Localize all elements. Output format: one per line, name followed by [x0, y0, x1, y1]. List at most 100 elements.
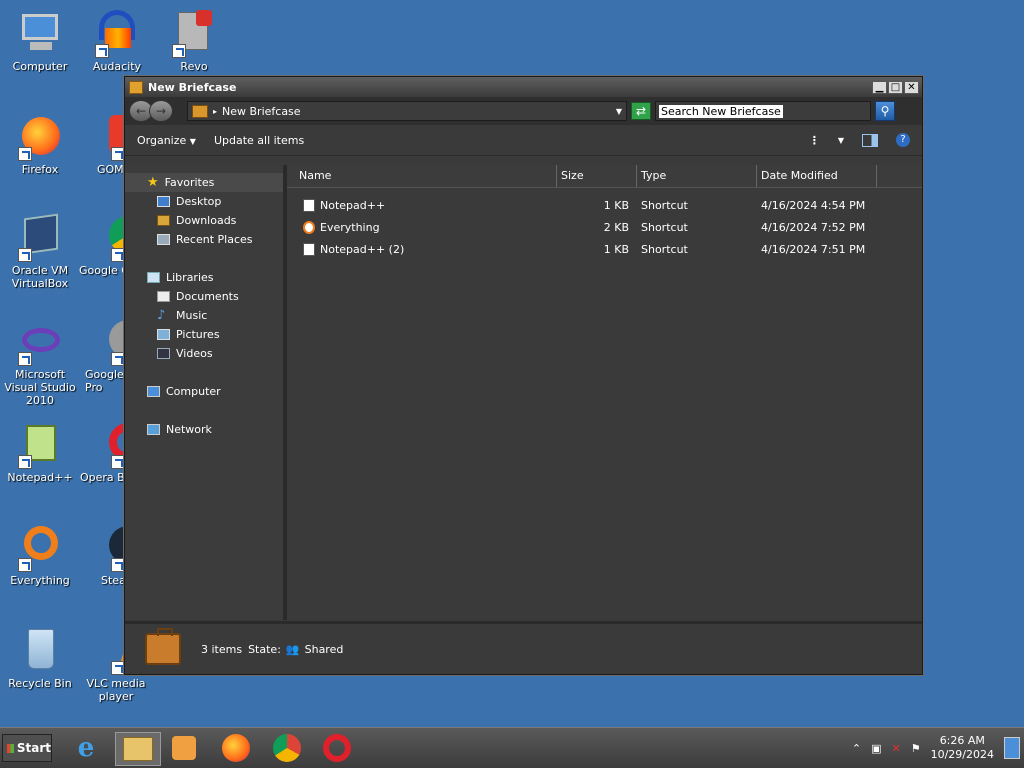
libraries-icon	[147, 272, 160, 283]
close-button[interactable]: ✕	[904, 80, 919, 94]
title-bar[interactable]: New Briefcase ▁ □ ✕	[125, 77, 922, 97]
file-list[interactable]: Name Size Type Date Modified Notepad++ 1…	[287, 165, 922, 620]
item-count: 3 items	[201, 642, 243, 656]
forward-button[interactable]: →	[149, 100, 173, 122]
folder-icon	[123, 737, 153, 761]
desktop-icon-recycle-bin[interactable]: Recycle Bin	[0, 627, 80, 690]
organize-button[interactable]: Organize ▼	[137, 134, 196, 147]
command-bar: Organize ▼ Update all items ⋮ ▼ ?	[125, 125, 922, 156]
network-icon	[147, 424, 160, 435]
nav-documents[interactable]: Documents	[125, 287, 283, 306]
revo-uninstaller-icon	[170, 10, 218, 58]
nav-computer[interactable]: Computer	[125, 382, 283, 401]
nav-downloads[interactable]: Downloads	[125, 211, 283, 230]
taskbar: Start e ⌃ ▣ ✕ ⚑ 6:26 AM 10/29/2024	[0, 727, 1024, 768]
maximize-button[interactable]: □	[888, 80, 903, 94]
minimize-button[interactable]: ▁	[872, 80, 887, 94]
chrome-icon	[273, 734, 301, 762]
desktop-icon-everything[interactable]: Everything	[0, 524, 80, 587]
address-row: ← → ▸ New Briefcase ▼ ⇄ Search New Brief…	[125, 97, 922, 125]
file-row[interactable]: Everything 2 KB Shortcut 4/16/2024 7:52 …	[287, 216, 922, 238]
refresh-button[interactable]: ⇄	[631, 102, 651, 120]
desktop-icon-firefox[interactable]: Firefox	[0, 113, 80, 176]
show-hidden-icons-button[interactable]: ⌃	[852, 742, 861, 755]
update-all-button[interactable]: Update all items	[214, 134, 304, 147]
column-header-name[interactable]: Name	[287, 165, 557, 187]
action-center-flag-icon[interactable]: ⚑	[911, 742, 921, 755]
briefcase-icon	[129, 80, 143, 94]
pictures-icon	[157, 329, 170, 340]
desktop-icon-computer[interactable]: Computer	[0, 10, 80, 73]
more-options-icon[interactable]: ⋮	[809, 134, 820, 147]
audacity-icon	[93, 10, 141, 58]
column-header-date[interactable]: Date Modified	[757, 165, 877, 187]
state-value: Shared	[304, 642, 344, 656]
shared-users-icon: 👥	[285, 642, 300, 656]
shortcut-file-icon	[303, 242, 315, 256]
network-status-icon[interactable]: ▣	[871, 742, 881, 755]
help-icon[interactable]: ?	[896, 133, 910, 147]
search-button[interactable]: ⚲	[875, 101, 895, 121]
desktop-icon-visual-studio[interactable]: Microsoft Visual Studio 2010	[0, 318, 80, 407]
firefox-icon	[222, 734, 250, 762]
everything-shortcut-icon	[303, 220, 315, 234]
nav-libraries[interactable]: Libraries	[125, 268, 283, 287]
start-button[interactable]: Start	[2, 734, 52, 762]
chevron-down-icon[interactable]: ▼	[616, 107, 622, 116]
show-desktop-button[interactable]	[1004, 737, 1020, 759]
nav-recent-places[interactable]: Recent Places	[125, 230, 283, 249]
navigation-pane: ★ Favorites Desktop Downloads Recent Pla…	[125, 165, 287, 620]
desktop-icon	[157, 196, 170, 207]
opera-icon	[323, 734, 351, 762]
nav-desktop[interactable]: Desktop	[125, 192, 283, 211]
desktop-icon-notepadpp[interactable]: Notepad++	[0, 421, 80, 484]
media-player-icon	[172, 736, 196, 760]
desktop-icon-virtualbox[interactable]: Oracle VM VirtualBox	[0, 213, 80, 290]
taskbar-explorer[interactable]	[115, 732, 161, 766]
column-header-size[interactable]: Size	[557, 165, 637, 187]
desktop-icon-revo[interactable]: Revo	[154, 10, 234, 73]
taskbar-internet-explorer[interactable]: e	[70, 732, 102, 764]
downloads-icon	[157, 215, 170, 226]
internet-explorer-icon: e	[77, 733, 95, 763]
visual-studio-icon	[16, 318, 64, 366]
nav-favorites[interactable]: ★ Favorites	[125, 173, 283, 192]
desktop-icon-audacity[interactable]: Audacity	[77, 10, 157, 73]
computer-icon	[147, 386, 160, 397]
column-header-type[interactable]: Type	[637, 165, 757, 187]
star-icon: ★	[147, 175, 159, 190]
nav-music[interactable]: ♪ Music	[125, 306, 283, 325]
virtualbox-icon	[16, 213, 64, 262]
volume-muted-icon[interactable]: ✕	[892, 742, 901, 755]
file-row[interactable]: Notepad++ 1 KB Shortcut 4/16/2024 4:54 P…	[287, 194, 922, 216]
explorer-window[interactable]: New Briefcase ▁ □ ✕ ← → ▸ New Briefcase …	[124, 76, 923, 675]
nav-network[interactable]: Network	[125, 420, 283, 439]
clock[interactable]: 6:26 AM 10/29/2024	[931, 734, 994, 762]
address-bar[interactable]: ▸ New Briefcase ▼	[187, 101, 627, 121]
system-tray: ⌃ ▣ ✕ ⚑ 6:26 AM 10/29/2024	[852, 728, 1024, 768]
taskbar-opera[interactable]	[321, 732, 353, 764]
taskbar-firefox[interactable]	[220, 732, 252, 764]
taskbar-chrome[interactable]	[271, 732, 303, 764]
chevron-down-icon: ▼	[189, 136, 196, 146]
notepadpp-icon	[16, 421, 64, 469]
videos-icon	[157, 348, 170, 359]
address-text: New Briefcase	[222, 104, 301, 118]
window-title: New Briefcase	[148, 80, 237, 94]
briefcase-icon	[145, 628, 181, 665]
column-headers: Name Size Type Date Modified	[287, 165, 922, 188]
recycle-bin-icon	[16, 627, 64, 675]
windows-logo-icon	[7, 743, 14, 753]
shortcut-file-icon	[303, 198, 315, 212]
details-pane: 3 items State: 👥 Shared	[125, 621, 922, 674]
nav-pictures[interactable]: Pictures	[125, 325, 283, 344]
address-chevron-icon[interactable]: ▸	[213, 107, 217, 116]
search-input[interactable]: Search New Briefcase	[655, 101, 871, 121]
computer-icon	[16, 10, 64, 58]
file-row[interactable]: Notepad++ (2) 1 KB Shortcut 4/16/2024 7:…	[287, 238, 922, 260]
nav-videos[interactable]: Videos	[125, 344, 283, 363]
preview-pane-icon[interactable]	[862, 133, 878, 147]
taskbar-media-player[interactable]	[168, 732, 200, 764]
search-placeholder: Search New Briefcase	[659, 104, 783, 118]
view-dropdown-icon[interactable]: ▼	[838, 136, 844, 145]
